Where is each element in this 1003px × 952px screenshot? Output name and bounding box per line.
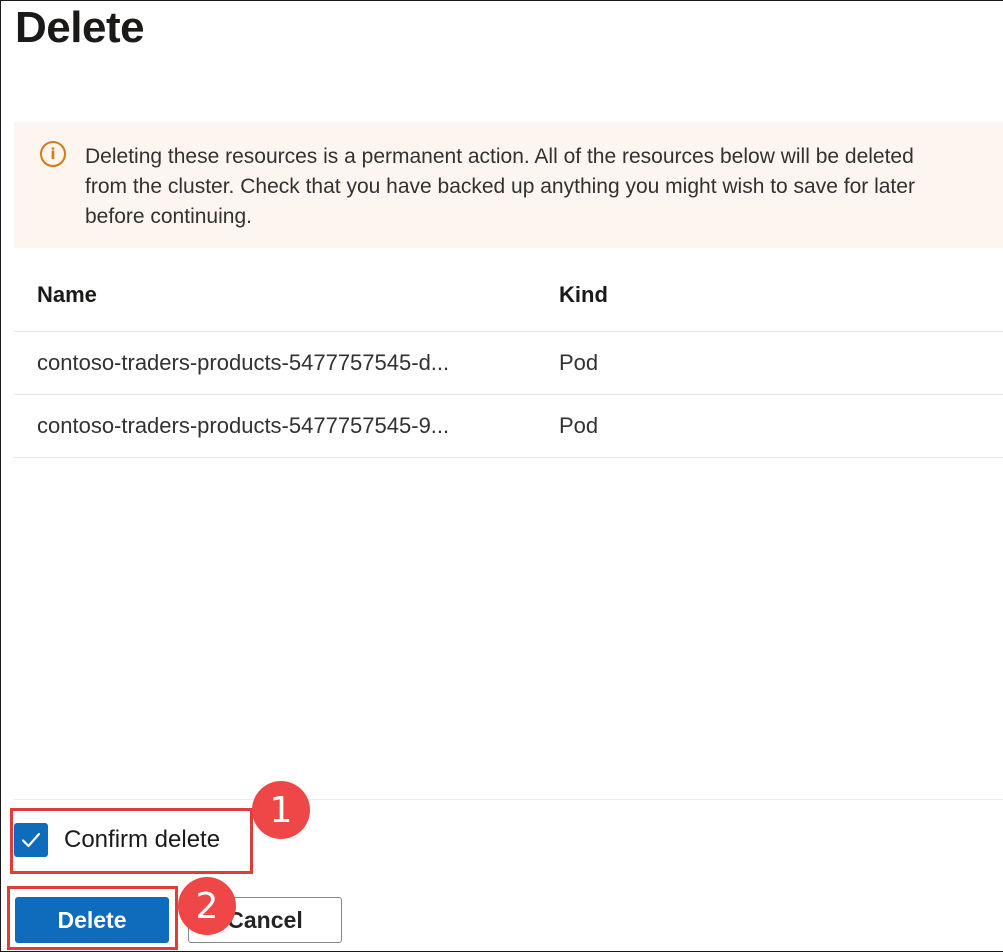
resource-kind: Pod (559, 413, 599, 438)
resources-table: Name Kind contoso-traders-products-54777… (14, 259, 1003, 458)
info-icon: i (40, 141, 66, 167)
warning-text: Deleting these resources is a permanent … (85, 145, 915, 228)
annotation-badge-1: 1 (252, 781, 310, 839)
table-row[interactable]: contoso-traders-products-5477757545-9...… (14, 395, 1003, 458)
table-row[interactable]: contoso-traders-products-5477757545-d...… (14, 332, 1003, 395)
resource-name: contoso-traders-products-5477757545-d... (37, 350, 450, 375)
column-header-name[interactable]: Name (37, 259, 97, 331)
annotation-badge-2: 2 (178, 877, 236, 935)
delete-dialog: Delete i Deleting these resources is a p… (0, 0, 1003, 952)
annotation-highlight-confirm (10, 808, 253, 874)
footer-divider (14, 799, 1003, 800)
column-header-kind[interactable]: Kind (559, 259, 608, 331)
dialog-title: Delete (15, 3, 145, 52)
warning-banner: i Deleting these resources is a permanen… (14, 122, 1003, 248)
annotation-highlight-delete (7, 886, 178, 950)
table-header-row: Name Kind (14, 259, 1003, 332)
resource-kind: Pod (559, 350, 599, 375)
resource-name: contoso-traders-products-5477757545-9... (37, 413, 450, 438)
